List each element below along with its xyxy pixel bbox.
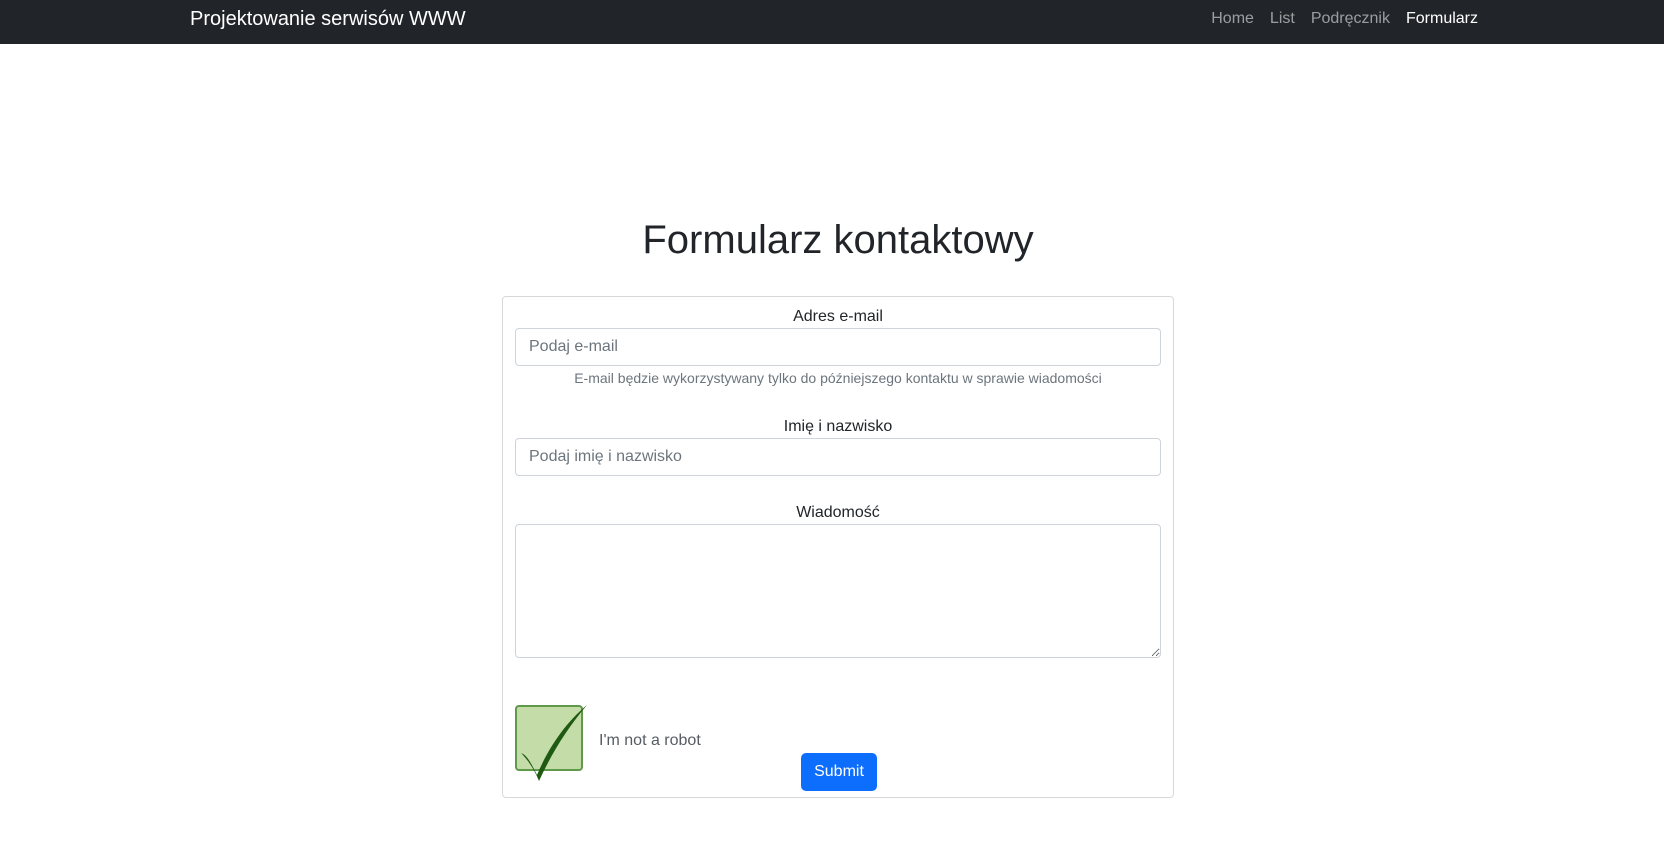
email-help-text: E-mail będzie wykorzystywany tylko do pó… <box>574 370 1102 386</box>
nav-link-podrecznik[interactable]: Podręcznik <box>1311 9 1390 29</box>
contact-form: Adres e-mail E-mail będzie wykorzystywan… <box>502 296 1174 798</box>
name-field[interactable] <box>515 438 1161 476</box>
submit-button[interactable]: Submit <box>801 753 877 791</box>
name-label: Imię i nazwisko <box>783 418 893 435</box>
page-title: Formularz kontaktowy <box>642 218 1034 262</box>
nav-link-home[interactable]: Home <box>1211 9 1254 29</box>
nav-link-list[interactable]: List <box>1270 9 1295 29</box>
captcha-label: I'm not a robot <box>599 732 701 749</box>
nav-links: Home List Podręcznik Formularz <box>1211 9 1478 29</box>
navbar: Projektowanie serwisów WWW Home List Pod… <box>0 0 1664 44</box>
message-textarea[interactable] <box>515 524 1161 658</box>
email-field[interactable] <box>515 328 1161 366</box>
nav-link-formularz[interactable]: Formularz <box>1406 9 1478 29</box>
captcha-checkbox[interactable] <box>515 705 583 771</box>
message-label: Wiadomość <box>796 504 880 521</box>
email-label: Adres e-mail <box>793 308 883 325</box>
navbar-brand[interactable]: Projektowanie serwisów WWW <box>190 7 466 31</box>
